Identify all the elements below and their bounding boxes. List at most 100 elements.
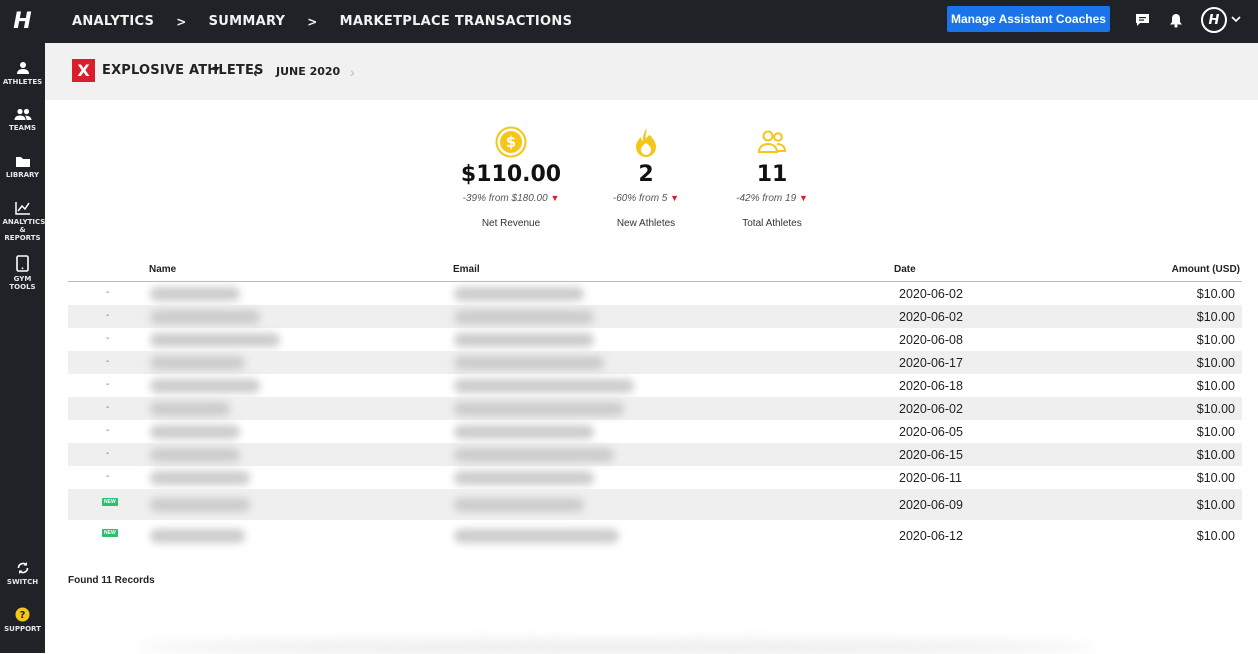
people-icon <box>14 108 31 120</box>
top-bar: H ANALYTICS > SUMMARY > MARKETPLACE TRAN… <box>0 0 1258 43</box>
sync-icon <box>17 562 28 574</box>
svg-text:$: $ <box>506 133 516 151</box>
caret-down-icon[interactable] <box>212 67 220 72</box>
sidebar-item-gym-tools[interactable]: GYM TOOLS <box>0 255 45 291</box>
redacted-email <box>454 471 594 485</box>
cell-amount: $10.00 <box>1196 379 1235 393</box>
avatar[interactable]: H <box>1201 7 1227 33</box>
breadcrumb-analytics[interactable]: ANALYTICS <box>72 14 154 29</box>
net-revenue-delta: -39% from $180.00 ▼ <box>462 193 560 204</box>
column-header-email[interactable]: Email <box>453 264 480 275</box>
breadcrumb-summary[interactable]: SUMMARY <box>209 14 286 29</box>
tablet-icon <box>16 255 29 272</box>
down-arrow-icon: ▼ <box>550 193 560 203</box>
total-athletes-value: 11 <box>756 162 788 187</box>
chevron-down-icon[interactable] <box>1230 12 1242 26</box>
bell-icon[interactable] <box>1166 10 1186 30</box>
sidebar-item-label: GYM TOOLS <box>9 275 36 291</box>
table-row[interactable]: - 2020-06-02 $10.00 <box>68 282 1242 305</box>
table-row[interactable]: - 2020-06-17 $10.00 <box>68 351 1242 374</box>
transactions-table: Name Email Date Amount (USD) - 2020-06-02… <box>68 260 1242 551</box>
sidebar-item-label: SWITCH <box>6 578 39 586</box>
table-row[interactable]: NEW 2020-06-12 $10.00 <box>68 520 1242 551</box>
cell-date: 2020-06-08 <box>899 333 963 347</box>
sidebar: ATHLETES TEAMS LIBRARY ANALYTICS & REPOR… <box>0 43 45 653</box>
month-label: JUNE 2020 <box>276 65 341 78</box>
sidebar-item-analytics[interactable]: ANALYTICS & REPORTS <box>0 201 45 242</box>
cell-amount: $10.00 <box>1196 471 1235 485</box>
cell-date: 2020-06-11 <box>899 471 963 485</box>
table-body: - 2020-06-02 $10.00 - 2020-06-02 $10.00 - 2020-… <box>68 282 1242 551</box>
new-badge: NEW <box>102 529 118 537</box>
cell-date: 2020-06-05 <box>899 425 963 439</box>
cell-amount: $10.00 <box>1196 425 1235 439</box>
down-arrow-icon: ▼ <box>670 193 680 203</box>
svg-text:?: ? <box>20 610 26 621</box>
table-row[interactable]: - 2020-06-18 $10.00 <box>68 374 1242 397</box>
next-month-button[interactable]: › <box>350 64 355 80</box>
sidebar-item-label: ANALYTICS & REPORTS <box>2 218 46 242</box>
row-marker: - <box>106 356 110 367</box>
cell-date: 2020-06-02 <box>899 310 963 324</box>
cell-date: 2020-06-02 <box>899 402 963 416</box>
manage-assistant-coaches-button[interactable]: Manage Assistant Coaches <box>947 6 1110 32</box>
sidebar-item-support[interactable]: ? SUPPORT <box>0 607 45 633</box>
stat-new-athletes: 2 -60% from 5 ▼ New Athletes <box>576 126 716 229</box>
table-row[interactable]: - 2020-06-02 $10.00 <box>68 305 1242 328</box>
redacted-email <box>454 425 594 439</box>
sidebar-item-library[interactable]: LIBRARY <box>0 155 45 179</box>
table-row[interactable]: - 2020-06-15 $10.00 <box>68 443 1242 466</box>
table-row[interactable]: - 2020-06-08 $10.00 <box>68 328 1242 351</box>
breadcrumb-current: MARKETPLACE TRANSACTIONS <box>339 14 573 29</box>
flame-icon <box>636 128 656 157</box>
previous-month-button[interactable]: ‹ <box>253 64 258 80</box>
new-athletes-delta: -60% from 5 ▼ <box>612 193 680 204</box>
cell-amount: $10.00 <box>1196 356 1235 370</box>
row-marker: - <box>106 379 110 390</box>
table-row[interactable]: - 2020-06-02 $10.00 <box>68 397 1242 420</box>
cell-date: 2020-06-02 <box>899 287 963 301</box>
cell-date: 2020-06-17 <box>899 356 963 370</box>
row-marker: - <box>106 448 110 459</box>
cell-amount: $10.00 <box>1196 529 1235 543</box>
total-athletes-label: Total Athletes <box>742 218 802 229</box>
cell-amount: $10.00 <box>1196 498 1235 512</box>
redacted-name <box>150 425 240 439</box>
table-row[interactable]: - 2020-06-05 $10.00 <box>68 420 1242 443</box>
person-icon <box>16 62 29 74</box>
sidebar-item-label: TEAMS <box>9 124 36 132</box>
net-revenue-value: $110.00 <box>460 162 562 187</box>
table-row[interactable]: - 2020-06-11 $10.00 <box>68 466 1242 489</box>
column-header-name[interactable]: Name <box>149 264 176 275</box>
cell-date: 2020-06-12 <box>899 529 963 543</box>
sidebar-item-switch[interactable]: SWITCH <box>0 561 45 586</box>
chart-line-icon <box>14 202 30 215</box>
redacted-email <box>454 310 594 324</box>
redacted-name <box>150 448 240 462</box>
app-logo[interactable]: H <box>0 0 45 43</box>
column-header-amount[interactable]: Amount (USD) <box>1172 264 1240 275</box>
redacted-name <box>150 471 250 485</box>
redacted-email <box>454 356 604 370</box>
breadcrumb-separator: > <box>176 14 187 29</box>
team-selector[interactable]: EXPLOSIVE ATHLETES <box>102 63 264 78</box>
redacted-email <box>454 287 584 301</box>
cell-date: 2020-06-09 <box>899 498 963 512</box>
redacted-name <box>150 333 280 347</box>
dollar-coin-icon: $ <box>495 126 527 158</box>
redacted-email <box>454 379 634 393</box>
sidebar-item-label: SUPPORT <box>4 625 41 633</box>
sidebar-item-athletes[interactable]: ATHLETES <box>0 61 45 86</box>
filter-bar: X EXPLOSIVE ATHLETES ‹ JUNE 2020 › <box>45 43 1258 100</box>
redacted-name <box>150 379 260 393</box>
chat-icon[interactable] <box>1132 10 1152 30</box>
folder-icon <box>15 157 30 167</box>
stat-total-athletes: 11 -42% from 19 ▼ Total Athletes <box>702 126 842 229</box>
redacted-name <box>150 356 245 370</box>
table-row[interactable]: NEW 2020-06-09 $10.00 <box>68 489 1242 520</box>
new-athletes-value: 2 <box>638 162 654 187</box>
column-header-date[interactable]: Date <box>894 264 916 275</box>
cell-date: 2020-06-18 <box>899 379 963 393</box>
cell-amount: $10.00 <box>1196 402 1235 416</box>
sidebar-item-teams[interactable]: TEAMS <box>0 108 45 132</box>
